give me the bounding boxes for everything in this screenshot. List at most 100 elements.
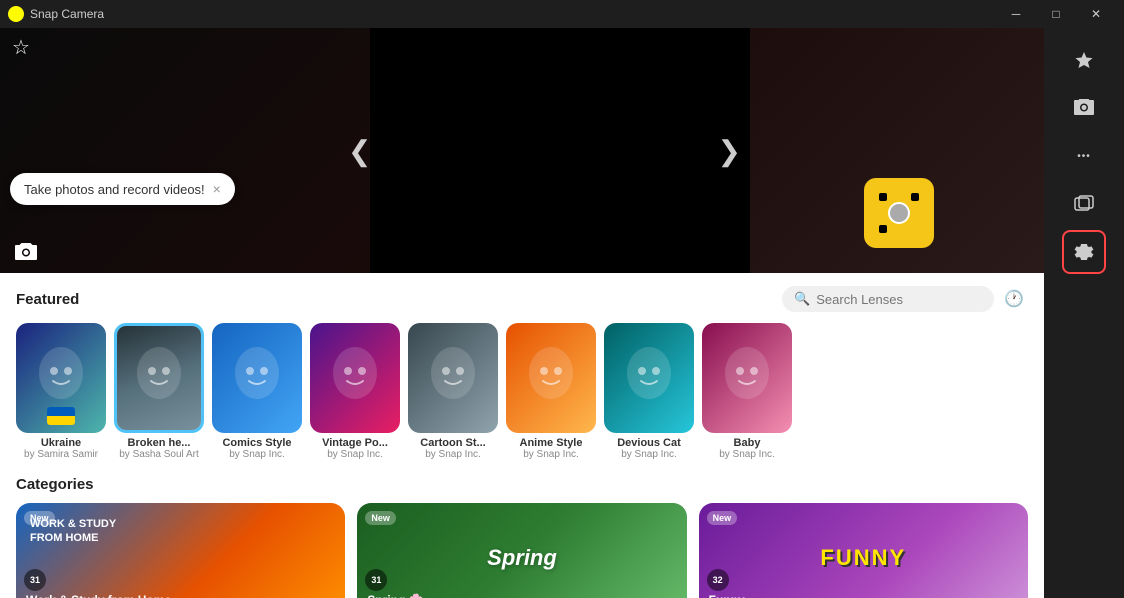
app-title: Snap Camera	[30, 7, 104, 21]
lens-thumb-comics	[212, 323, 302, 433]
funny-count-badge: 32	[707, 569, 729, 591]
star-button[interactable]: ☆	[12, 35, 30, 60]
next-lens-button[interactable]: ❯	[710, 126, 749, 175]
minimize-button[interactable]: ─	[996, 0, 1036, 28]
snap-ghost-icon	[874, 188, 924, 238]
lens-bg-broken	[117, 326, 201, 430]
featured-title: Featured	[16, 291, 79, 308]
search-history-button[interactable]: 🕐	[1000, 285, 1028, 313]
camera-roll-button[interactable]	[1062, 182, 1106, 226]
lens-label-comics: Comics Style	[222, 437, 291, 449]
lens-author-cartoon: by Snap Inc.	[425, 449, 481, 460]
lens-item-anime[interactable]: Anime Styleby Snap Inc.	[506, 323, 596, 460]
camera-area: ❮ ❯ Take photos and record videos! ×	[0, 28, 1044, 273]
lens-face-cartoon	[423, 343, 483, 413]
lens-thumb-cartoon	[408, 323, 498, 433]
lens-label-baby: Baby	[734, 437, 761, 449]
lens-item-devious[interactable]: Devious Catby Snap Inc.	[604, 323, 694, 460]
settings-button[interactable]	[1062, 230, 1106, 274]
category-bg-work-study: New WORK & STUDYFROM HOME 31 Work & Stud…	[16, 503, 345, 598]
tooltip-close-button[interactable]: ×	[213, 181, 221, 197]
lens-author-devious: by Snap Inc.	[621, 449, 677, 460]
lens-label-broken: Broken he...	[128, 437, 191, 449]
lens-face-comics	[227, 343, 287, 413]
lens-face-broken	[129, 343, 189, 413]
snap-logo-icon	[8, 6, 24, 22]
search-input[interactable]	[816, 292, 976, 307]
camera-preview	[370, 28, 750, 273]
screenshot-button[interactable]	[1062, 86, 1106, 130]
title-bar: Snap Camera ─ □ ✕	[0, 0, 1124, 28]
lens-author-baby: by Snap Inc.	[719, 449, 775, 460]
title-bar-controls: ─ □ ✕	[996, 0, 1116, 28]
lens-bg-comics	[212, 323, 302, 433]
lens-bg-devious	[604, 323, 694, 433]
featured-header: Featured 🔍 🕐	[16, 285, 1028, 313]
lens-item-ukraine[interactable]: Ukraineby Samira Samir	[16, 323, 106, 460]
restore-button[interactable]: □	[1036, 0, 1076, 28]
lens-label-vintage: Vintage Po...	[322, 437, 388, 449]
prev-lens-button[interactable]: ❮	[340, 126, 379, 175]
lens-thumb-vintage	[310, 323, 400, 433]
spring-title: Spring 🌸	[367, 593, 423, 598]
lens-label-anime: Anime Style	[520, 437, 583, 449]
title-bar-left: Snap Camera	[8, 6, 104, 22]
snap-code-overlay	[864, 178, 944, 258]
lens-face-anime	[521, 343, 581, 413]
new-badge-funny: New	[707, 511, 738, 525]
new-badge-spring: New	[365, 511, 396, 525]
snap-code-box	[864, 178, 934, 248]
lens-bg-vintage	[310, 323, 400, 433]
lens-bg-cartoon	[408, 323, 498, 433]
lens-face-ukraine	[31, 343, 91, 413]
ukraine-flag-icon	[47, 407, 75, 425]
lens-bg-baby	[702, 323, 792, 433]
lens-item-vintage[interactable]: Vintage Po...by Snap Inc.	[310, 323, 400, 460]
favorites-button[interactable]	[1062, 38, 1106, 82]
category-grid: New WORK & STUDYFROM HOME 31 Work & Stud…	[16, 503, 1028, 598]
tooltip-text: Take photos and record videos!	[24, 182, 205, 197]
lens-item-baby[interactable]: Babyby Snap Inc.	[702, 323, 792, 460]
lens-thumb-baby	[702, 323, 792, 433]
category-card-work-study[interactable]: New WORK & STUDYFROM HOME 31 Work & Stud…	[16, 503, 345, 598]
tooltip: Take photos and record videos! ×	[10, 173, 235, 205]
more-options-button[interactable]: •••	[1062, 134, 1106, 178]
category-bg-funny: New FUNNY 32 Funny	[699, 503, 1028, 598]
lens-author-comics: by Snap Inc.	[229, 449, 285, 460]
right-sidebar: •••	[1044, 28, 1124, 598]
spring-count-badge: 31	[365, 569, 387, 591]
lens-thumb-devious	[604, 323, 694, 433]
search-icon: 🔍	[794, 291, 810, 307]
search-bar: 🔍 🕐	[782, 285, 1028, 313]
lens-item-broken[interactable]: Broken he...by Sasha Soul Art	[114, 323, 204, 460]
funny-text: FUNNY	[820, 545, 906, 571]
lens-item-comics[interactable]: Comics Styleby Snap Inc.	[212, 323, 302, 460]
category-bg-spring: New Spring 31 Spring 🌸	[357, 503, 686, 598]
lens-label-cartoon: Cartoon St...	[420, 437, 485, 449]
lens-label-ukraine: Ukraine	[41, 437, 81, 449]
lens-face-vintage	[325, 343, 385, 413]
lens-author-ukraine: by Samira Samir	[24, 449, 98, 460]
close-button[interactable]: ✕	[1076, 0, 1116, 28]
search-input-wrap: 🔍	[782, 286, 994, 312]
lens-author-vintage: by Snap Inc.	[327, 449, 383, 460]
lens-face-baby	[717, 343, 777, 413]
lens-author-anime: by Snap Inc.	[523, 449, 579, 460]
categories-title: Categories	[16, 476, 1028, 493]
lens-label-devious: Devious Cat	[617, 437, 681, 449]
spring-text: Spring	[487, 545, 557, 571]
lens-item-cartoon[interactable]: Cartoon St...by Snap Inc.	[408, 323, 498, 460]
capture-button[interactable]	[15, 243, 37, 266]
category-card-spring[interactable]: New Spring 31 Spring 🌸	[357, 503, 686, 598]
category-card-funny[interactable]: New FUNNY 32 Funny	[699, 503, 1028, 598]
lens-bg-anime	[506, 323, 596, 433]
funny-title: Funny	[709, 593, 745, 598]
work-study-title: Work & Study from Home	[26, 593, 171, 598]
bottom-panel: Featured 🔍 🕐 Ukraineby Samira Samir Brok…	[0, 273, 1044, 598]
lens-thumb-anime	[506, 323, 596, 433]
lens-grid: Ukraineby Samira Samir Broken he...by Sa…	[16, 323, 1028, 460]
lens-thumb-ukraine	[16, 323, 106, 433]
work-study-text: WORK & STUDYFROM HOME	[30, 517, 116, 546]
lens-thumb-broken	[114, 323, 204, 433]
lens-author-broken: by Sasha Soul Art	[119, 449, 199, 460]
